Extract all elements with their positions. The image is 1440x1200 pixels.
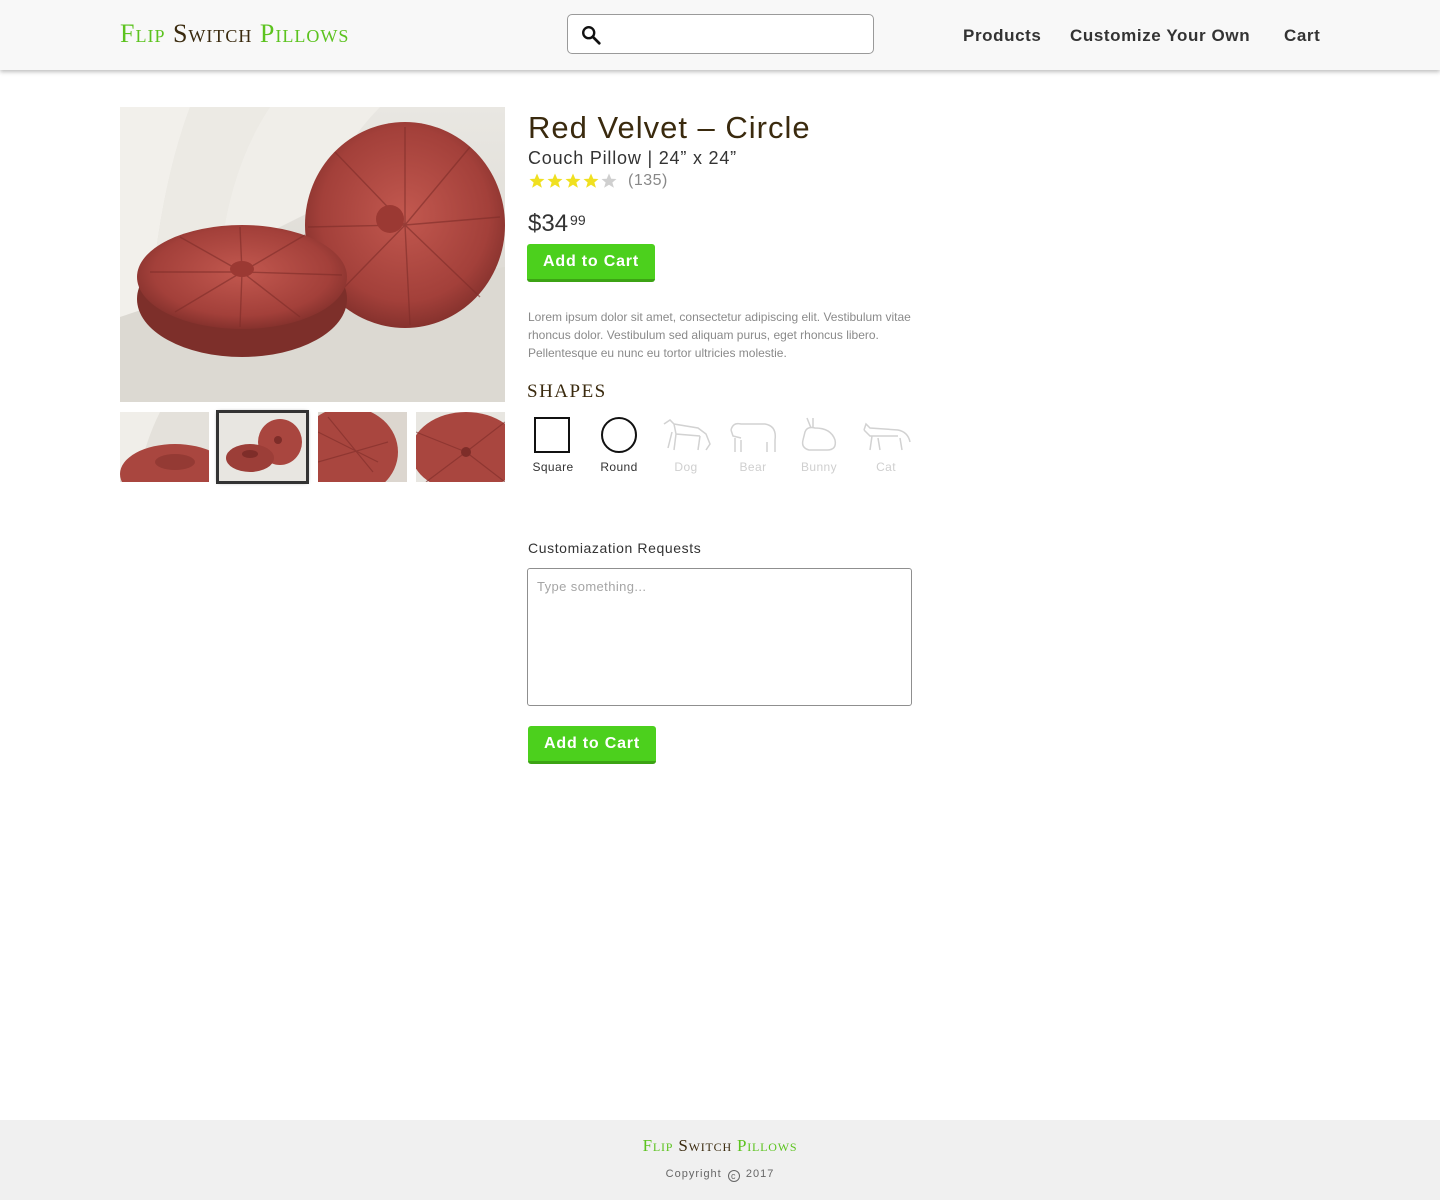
- circle-icon: [601, 417, 637, 453]
- shape-option-dog[interactable]: Dog: [658, 412, 714, 476]
- product-price: $34 99: [528, 210, 586, 238]
- add-to-cart-button[interactable]: Add to Cart: [527, 244, 655, 282]
- rating-stars: (135): [528, 171, 668, 191]
- shape-option-cat[interactable]: Cat: [858, 412, 914, 476]
- bunny-icon: [801, 417, 837, 451]
- search-icon[interactable]: [580, 24, 602, 46]
- thumbnail-1[interactable]: [120, 412, 209, 482]
- footer-logo-word-pillows: Pillows: [736, 1136, 798, 1155]
- site-header: Flip Switch Pillows Products Customize Y…: [0, 0, 1440, 70]
- footer-logo-word-switch: Switch: [678, 1136, 732, 1155]
- bear-icon: [730, 422, 777, 452]
- product-main-image: [120, 107, 505, 402]
- shape-label: Round: [600, 460, 638, 474]
- shape-option-bunny[interactable]: Bunny: [791, 412, 847, 476]
- shape-option-bear[interactable]: Bear: [725, 412, 781, 476]
- logo-word-switch: Switch: [172, 19, 253, 48]
- thumbnail-4[interactable]: [416, 412, 505, 482]
- copyright-text: Copyright c 2017: [0, 1168, 1440, 1182]
- footer-logo[interactable]: Flip Switch Pillows: [0, 1136, 1440, 1156]
- square-icon: [534, 417, 570, 453]
- shape-label: Bunny: [800, 460, 838, 474]
- star-icon-filled: [547, 173, 563, 188]
- thumbnail-3[interactable]: [318, 412, 407, 482]
- thumbnail-2[interactable]: [216, 410, 309, 484]
- customization-label: Customiazation Requests: [528, 540, 702, 556]
- logo-word-flip: Flip: [120, 19, 166, 48]
- price-cents: 99: [570, 212, 586, 228]
- review-count[interactable]: (135): [628, 172, 668, 190]
- cat-icon: [863, 422, 911, 451]
- site-footer: Flip Switch Pillows Copyright c 2017: [0, 1120, 1440, 1200]
- star-icon-filled: [565, 173, 581, 188]
- logo-word-pillows: Pillows: [259, 19, 350, 48]
- add-to-cart-button-bottom[interactable]: Add to Cart: [528, 726, 656, 764]
- shape-label: Dog: [674, 460, 698, 474]
- product-title: Red Velvet – Circle: [528, 110, 811, 145]
- product-subtitle: Couch Pillow | 24” x 24”: [528, 148, 737, 168]
- copyright-prefix: Copyright: [665, 1168, 722, 1180]
- copyright-year: 2017: [745, 1168, 775, 1180]
- footer-logo-word-flip: Flip: [642, 1136, 674, 1155]
- shape-label: Cat: [876, 460, 896, 474]
- nav-cart[interactable]: Cart: [1284, 26, 1320, 46]
- copyright-icon: c: [727, 1170, 740, 1182]
- shapes-heading: SHAPES: [527, 381, 607, 402]
- star-icon-empty: [601, 173, 617, 188]
- dog-icon: [663, 419, 711, 451]
- price-dollars: $34: [528, 210, 569, 237]
- shape-option-round[interactable]: Round: [591, 412, 647, 476]
- product-description: Lorem ipsum dolor sit amet, consectetur …: [528, 310, 911, 360]
- nav-products[interactable]: Products: [963, 26, 1041, 46]
- search-input[interactable]: [612, 21, 862, 47]
- shape-label: Square: [532, 460, 574, 474]
- star-icon-filled: [529, 173, 545, 188]
- customization-textarea[interactable]: [527, 568, 912, 706]
- site-logo[interactable]: Flip Switch Pillows: [120, 19, 349, 49]
- shape-label: Bear: [739, 460, 767, 474]
- star-icon-filled: [583, 173, 599, 188]
- search-box: [567, 14, 874, 54]
- nav-customize-your-own[interactable]: Customize Your Own: [1070, 26, 1250, 46]
- shape-option-square[interactable]: Square: [525, 412, 581, 476]
